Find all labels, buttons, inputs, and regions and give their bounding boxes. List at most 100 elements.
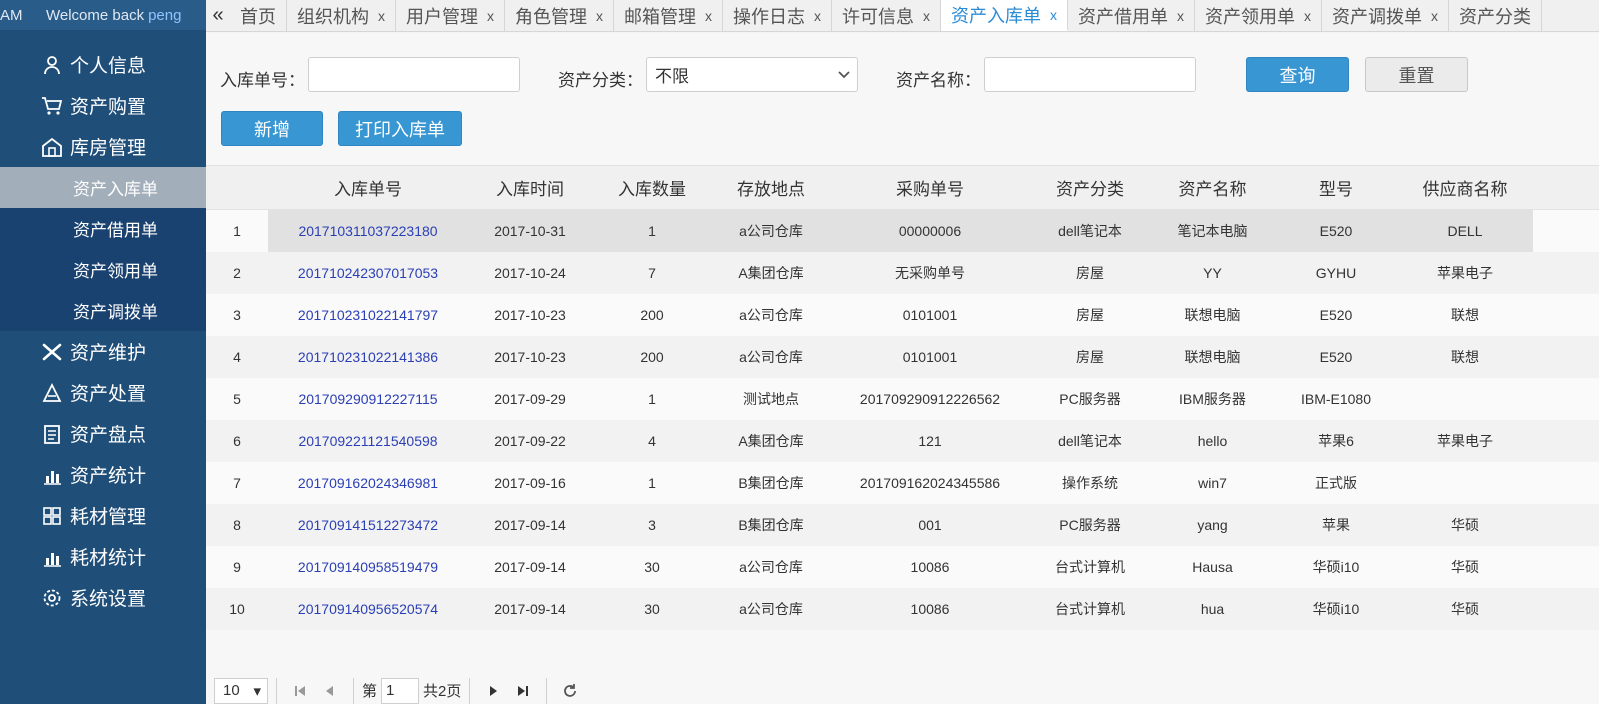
tab-asset-category[interactable]: 资产分类 <box>1449 0 1542 31</box>
asset-name-input[interactable] <box>984 57 1196 92</box>
tab-asset-receive[interactable]: 资产领用单 x <box>1195 0 1322 31</box>
order-no-input[interactable] <box>308 57 520 92</box>
order-number-link[interactable]: 201709221121540598 <box>268 433 468 449</box>
column-header[interactable]: 采购单号 <box>830 175 1030 200</box>
refresh-icon[interactable] <box>555 678 585 704</box>
close-icon[interactable]: x <box>596 8 603 24</box>
sidebar-item-label: 耗材统计 <box>70 548 147 569</box>
sidebar-item-inventory[interactable]: 资产盘点 <box>0 413 206 454</box>
row-number: 6 <box>233 433 241 449</box>
sidebar-item-label: 资产盘点 <box>70 425 147 446</box>
table-row[interactable]: 10 201709140956520574 2017-09-14 30 a公司仓库 100… <box>206 588 1599 630</box>
table-row[interactable]: 3 201710231022141797 2017-10-23 200 a公司仓库 010… <box>206 294 1599 336</box>
order-number-link[interactable]: 201709140958519479 <box>268 559 468 575</box>
table-cell: 2017-09-14 <box>494 601 566 617</box>
tab-asset-inbound[interactable]: 资产入库单 x <box>941 0 1068 31</box>
warehouse-icon <box>40 136 64 158</box>
sidebar-item-profile[interactable]: 个人信息 <box>0 44 206 85</box>
column-header[interactable]: 供应商名称 <box>1397 175 1533 200</box>
page-size-select[interactable]: 10 ▾ <box>214 677 268 704</box>
tab-roles[interactable]: 角色管理 x <box>505 0 614 31</box>
tab-organization[interactable]: 组织机构 x <box>287 0 396 31</box>
table-cell: 无采购单号 <box>895 265 965 281</box>
column-header[interactable]: 入库单号 <box>268 175 468 200</box>
tab-asset-transfer[interactable]: 资产调拨单 x <box>1322 0 1449 31</box>
prev-page-icon[interactable] <box>315 678 345 704</box>
category-select[interactable]: 不限 <box>646 57 858 92</box>
print-inbound-button[interactable]: 打印入库单 <box>338 111 462 146</box>
submenu-item-transfer[interactable]: 资产调拨单 <box>0 290 206 331</box>
tab-users[interactable]: 用户管理 x <box>396 0 505 31</box>
username[interactable]: peng <box>148 7 181 24</box>
sidebar-item-consumable-stats[interactable]: 耗材统计 <box>0 536 206 577</box>
column-header[interactable]: 入库数量 <box>592 175 712 200</box>
close-icon[interactable]: x <box>1177 8 1184 24</box>
add-button[interactable]: 新增 <box>221 111 323 146</box>
table-cell: 1 <box>648 391 656 407</box>
order-number-link[interactable]: 201709290912227115 <box>268 391 468 407</box>
table-row[interactable]: 1 201710311037223180 2017-10-31 1 a公司仓库 00000… <box>206 210 1599 252</box>
last-page-icon[interactable] <box>508 678 538 704</box>
close-icon[interactable]: x <box>487 8 494 24</box>
order-number-link[interactable]: 201709140956520574 <box>268 601 468 617</box>
table-cell: 2017-09-14 <box>494 559 566 575</box>
table-cell: A集团仓库 <box>738 433 804 449</box>
tab-home[interactable]: 首页 <box>230 0 287 31</box>
table-row[interactable]: 5 201709290912227115 2017-09-29 1 测试地点 201709… <box>206 378 1599 420</box>
sidebar-item-maintenance[interactable]: 资产维护 <box>0 331 206 372</box>
submenu-item-borrow[interactable]: 资产借用单 <box>0 208 206 249</box>
order-number-link[interactable]: 201709162024346981 <box>268 475 468 491</box>
table-row[interactable]: 2 201710242307017053 2017-10-24 7 A集团仓库 无采购单号… <box>206 252 1599 294</box>
close-icon[interactable]: x <box>923 8 930 24</box>
collapse-sidebar-icon[interactable]: « <box>206 0 230 31</box>
order-number-link[interactable]: 201710311037223180 <box>268 223 468 239</box>
column-header[interactable]: 存放地点 <box>712 175 830 200</box>
tab-mail[interactable]: 邮箱管理 x <box>614 0 723 31</box>
sidebar-item-warehouse[interactable]: 库房管理 <box>0 126 206 167</box>
table-cell: 00000006 <box>898 223 962 239</box>
page-size-value: 10 <box>223 682 240 699</box>
order-number-link[interactable]: 201710231022141386 <box>268 349 468 365</box>
sidebar-item-consumables[interactable]: 耗材管理 <box>0 495 206 536</box>
order-number-link[interactable]: 201710231022141797 <box>268 307 468 323</box>
table-row[interactable]: 7 201709162024346981 2017-09-16 1 B集团仓库 20170… <box>206 462 1599 504</box>
reset-button[interactable]: 重置 <box>1365 57 1468 92</box>
table-cell: 201709162024345586 <box>859 475 1001 491</box>
column-header[interactable]: 资产分类 <box>1030 175 1150 200</box>
page-number-input[interactable]: 1 <box>381 677 420 704</box>
table-row[interactable]: 6 201709221121540598 2017-09-22 4 A集团仓库 121 de… <box>206 420 1599 462</box>
order-number-link[interactable]: 201710242307017053 <box>268 265 468 281</box>
close-icon[interactable]: x <box>814 8 821 24</box>
close-icon[interactable]: x <box>1304 8 1311 24</box>
next-page-icon[interactable] <box>478 678 508 704</box>
table-cell: 华硕 <box>1451 517 1479 533</box>
table-cell: 苹果6 <box>1318 433 1354 449</box>
table-row[interactable]: 4 201710231022141386 2017-10-23 200 a公司仓库 010… <box>206 336 1599 378</box>
table-row[interactable]: 8 201709141512273472 2017-09-14 3 B集团仓库 001 PC… <box>206 504 1599 546</box>
column-header[interactable]: 资产名称 <box>1150 175 1275 200</box>
submenu-item-inbound[interactable]: 资产入库单 <box>0 167 206 208</box>
close-icon[interactable]: x <box>1050 7 1057 23</box>
order-number-link[interactable]: 201709141512273472 <box>268 517 468 533</box>
table-cell: a公司仓库 <box>739 349 803 365</box>
sidebar-item-settings[interactable]: 系统设置 <box>0 577 206 618</box>
close-icon[interactable]: x <box>705 8 712 24</box>
column-header[interactable]: 型号 <box>1275 175 1397 200</box>
close-icon[interactable]: x <box>1431 8 1438 24</box>
first-page-icon[interactable] <box>285 678 315 704</box>
tab-license[interactable]: 许可信息 x <box>832 0 941 31</box>
sidebar-item-purchase[interactable]: 资产购置 <box>0 85 206 126</box>
sidebar-item-disposal[interactable]: 资产处置 <box>0 372 206 413</box>
tab-logs[interactable]: 操作日志 x <box>723 0 832 31</box>
page-prefix: 第 <box>362 683 378 700</box>
sidebar: AM Welcome back peng 个人信息 资产购置 库房管理 资产入库… <box>0 0 206 704</box>
sidebar-item-statistics[interactable]: 资产统计 <box>0 454 206 495</box>
query-button[interactable]: 查询 <box>1246 57 1349 92</box>
tab-asset-borrow[interactable]: 资产借用单 x <box>1068 0 1195 31</box>
asset-name-label: 资产名称： <box>896 71 981 90</box>
bar-chart-icon <box>40 464 64 486</box>
submenu-item-receive[interactable]: 资产领用单 <box>0 249 206 290</box>
table-row[interactable]: 9 201709140958519479 2017-09-14 30 a公司仓库 1008… <box>206 546 1599 588</box>
close-icon[interactable]: x <box>378 8 385 24</box>
column-header[interactable]: 入库时间 <box>468 175 592 200</box>
